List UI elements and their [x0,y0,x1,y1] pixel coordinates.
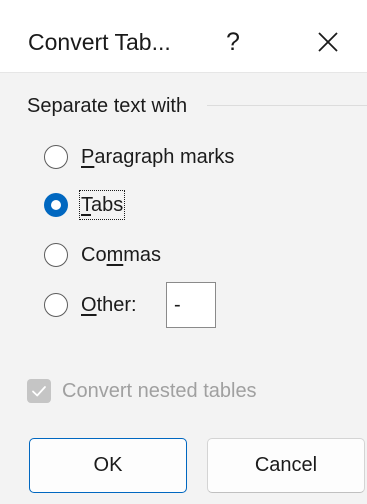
close-icon [318,32,338,52]
convert-text-to-table-dialog: Convert Tab... ? Separate text with Para… [0,0,367,504]
radio-button-selected[interactable] [44,193,68,217]
help-button[interactable]: ? [213,22,253,62]
radio-label-tabs: Tabs [78,190,126,220]
group-divider [207,105,367,106]
radio-tabs[interactable]: Tabs [44,189,126,221]
convert-nested-tables-label: Convert nested tables [62,380,257,402]
separate-group-label: Separate text with [27,95,188,117]
radio-button[interactable] [44,243,68,267]
radio-paragraph-marks[interactable]: Paragraph marks [44,141,234,173]
other-separator-input[interactable]: - [166,282,216,328]
radio-commas[interactable]: Commas [44,239,161,271]
convert-nested-tables-checkbox-row: Convert nested tables [27,376,257,406]
dialog-title: Convert Tab... [28,29,171,55]
radio-label-commas: Commas [81,244,162,266]
radio-other[interactable]: Other: [44,289,137,321]
title-bar: Convert Tab... ? [0,0,367,73]
cancel-button[interactable]: Cancel [207,438,365,493]
close-button[interactable] [308,22,348,62]
radio-button[interactable] [44,293,68,317]
checkmark-icon [32,386,46,397]
radio-button[interactable] [44,145,68,169]
radio-label-paragraph-marks: Paragraph marks [81,146,235,168]
convert-nested-tables-checkbox [27,379,51,403]
ok-button[interactable]: OK [29,438,187,493]
radio-label-other: Other: [81,294,137,316]
